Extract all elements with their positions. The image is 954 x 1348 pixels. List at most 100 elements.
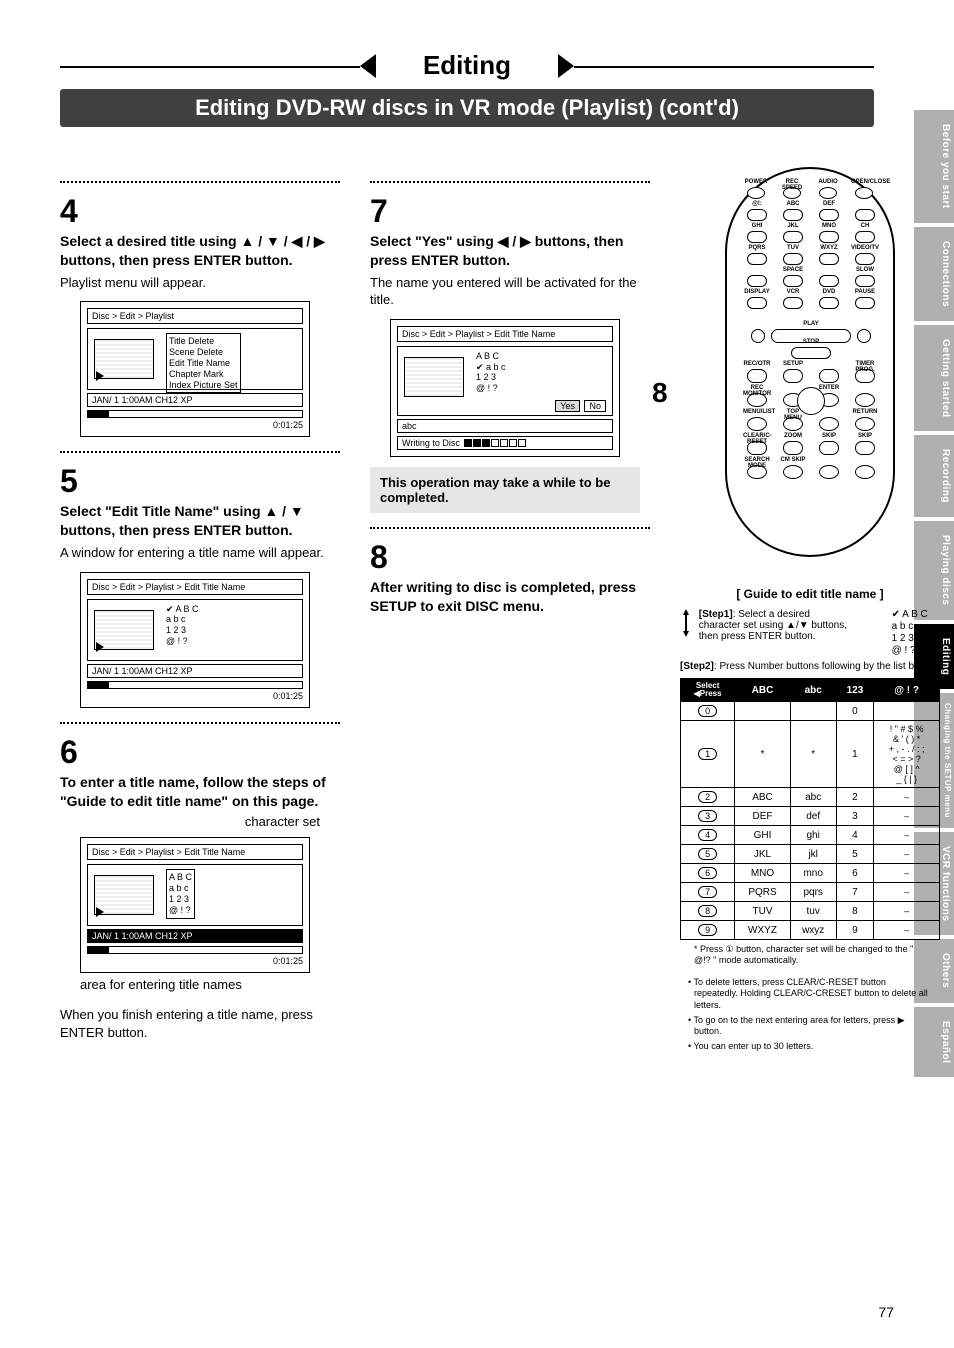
remote-label: CH [851, 223, 879, 229]
separator [60, 181, 340, 183]
separator [60, 451, 340, 453]
guide-step1: [Step1]: [Step1]: Select a desired chara… [680, 609, 940, 657]
osd-status-text: JAN/ 1 1:00AM CH12 XP [92, 395, 193, 405]
remote-button [855, 393, 875, 407]
remote-button [747, 209, 767, 221]
step4-body: Playlist menu will appear. [60, 274, 350, 292]
updown-arrow-icon [680, 609, 692, 637]
remote-button [819, 369, 839, 383]
step7-heading: Select "Yes" using ◀ / ▶ buttons, then p… [370, 232, 660, 270]
remote-label: CLEAR/C-RESET [743, 433, 771, 445]
remote-button [783, 441, 803, 455]
remote-label: SKIP [815, 433, 843, 439]
osd-breadcrumb: Disc > Edit > Playlist > Edit Title Name [87, 579, 303, 595]
yes-button[interactable]: Yes [555, 400, 580, 412]
remote-button [819, 441, 839, 455]
remote-button [747, 253, 767, 265]
subsection-bar: Editing DVD-RW discs in VR mode (Playlis… [60, 89, 874, 127]
remote-label: @!: [743, 201, 771, 207]
remote-button [857, 329, 871, 343]
remote-label: PLAY [767, 321, 855, 327]
guide-bullets: To delete letters, press CLEAR/C-RESET b… [688, 977, 932, 1053]
remote-label: OPEN/CLOSE [851, 179, 877, 185]
remote-button [791, 347, 831, 359]
remote-button [855, 417, 875, 431]
remote-button [819, 253, 839, 265]
osd-breadcrumb: Disc > Edit > Playlist > Edit Title Name [397, 326, 613, 342]
osd-step4: Disc > Edit > Playlist Title DeleteScene… [80, 301, 310, 437]
guide-footnote: * Press ① button, character set will be … [694, 944, 932, 967]
remote-button [783, 297, 803, 309]
remote-label: SKIP [851, 433, 879, 439]
osd-time: 0:01:25 [87, 420, 303, 430]
remote-label: CM SKIP [779, 457, 807, 463]
osd-time: 0:01:25 [87, 956, 303, 966]
no-button[interactable]: No [584, 400, 606, 412]
remote-label: MENU/LIST [743, 409, 771, 415]
remote-button [819, 417, 839, 431]
remote-diagram: POWERREC SPEEDAUDIOOPEN/CLOSE@!:ABCDEFGH… [725, 167, 895, 557]
remote-label: VIDEO/TV [851, 245, 879, 251]
osd-breadcrumb: Disc > Edit > Playlist [87, 308, 303, 324]
remote-label: STOP [787, 339, 835, 345]
remote-label: SLOW [851, 267, 879, 273]
remote-button [747, 187, 765, 199]
remote-label: SETUP [779, 361, 807, 367]
remote-label: DVD [815, 289, 843, 295]
page-header: Editing Editing DVD-RW discs in VR mode … [0, 0, 954, 127]
remote-button [855, 465, 875, 479]
step4-heading: Select a desired title using ▲ / ▼ / ◀ /… [60, 232, 350, 270]
osd-status-bar: JAN/ 1 1:00AM CH12 XP [87, 393, 303, 407]
step-number-4: 4 [60, 193, 350, 230]
note-box: This operation may take a while to be co… [370, 467, 640, 513]
remote-button [747, 231, 767, 243]
callout-8: 8 [652, 377, 668, 409]
remote-button [783, 231, 803, 243]
remote-label: ZOOM [779, 433, 807, 439]
step5-body: A window for entering a title name will … [60, 544, 350, 562]
play-icon [96, 907, 104, 917]
remote-button [855, 275, 875, 287]
progress-bar [87, 946, 303, 954]
step-number-8: 8 [370, 539, 660, 576]
remote-button [751, 329, 765, 343]
osd-status-text: JAN/ 1 1:00AM CH12 XP [92, 666, 193, 676]
step-number-5: 5 [60, 463, 350, 500]
osd-input-field: abc [397, 419, 613, 433]
remote-button [819, 209, 839, 221]
remote-label: DEF [815, 201, 843, 207]
step-number-7: 7 [370, 193, 660, 230]
remote-label: TUV [779, 245, 807, 251]
page-number: 77 [878, 1304, 894, 1320]
step6-heading: To enter a title name, follow the steps … [60, 773, 350, 811]
remote-label: MNO [815, 223, 843, 229]
separator [370, 527, 650, 529]
osd-menu-list: Title DeleteScene DeleteEdit Title NameC… [166, 333, 241, 393]
osd-status-text: JAN/ 1 1:00AM CH12 XP [92, 931, 193, 941]
remote-button [855, 187, 873, 199]
remote-label: AUDIO [815, 179, 841, 185]
writing-label: Writing to Disc [402, 438, 460, 448]
subsection-text: Editing DVD-RW discs in VR mode (Playlis… [195, 95, 739, 120]
remote-button [747, 297, 767, 309]
remote-label: REC/OTR [743, 361, 771, 367]
osd-step5: Disc > Edit > Playlist > Edit Title Name… [80, 572, 310, 708]
thumbnail-icon [404, 357, 464, 397]
guide-charset-list: ✔ A B C a b c 1 2 3 @ ! ? [892, 609, 928, 657]
remote-label: PQRS [743, 245, 771, 251]
section-title-text: Editing [423, 50, 511, 80]
osd-status-bar: JAN/ 1 1:00AM CH12 XP [87, 664, 303, 678]
play-icon [96, 642, 104, 652]
caption-charset: character set [80, 814, 320, 829]
osd-charset-list: ✔ A B Ca b c1 2 3@ ! ? [166, 604, 199, 647]
separator [370, 181, 650, 183]
section-title: Editing [60, 50, 874, 81]
osd-step7: Disc > Edit > Playlist > Edit Title Name… [390, 319, 620, 457]
osd-status-bar: JAN/ 1 1:00AM CH12 XP [87, 929, 303, 943]
remote-label: VCR [779, 289, 807, 295]
remote-button [819, 187, 837, 199]
remote-label: WXYZ [815, 245, 843, 251]
column-left: 4 Select a desired title using ▲ / ▼ / ◀… [60, 167, 350, 1056]
remote-label: DISPLAY [743, 289, 771, 295]
osd-writing-bar: Writing to Disc [397, 436, 613, 450]
